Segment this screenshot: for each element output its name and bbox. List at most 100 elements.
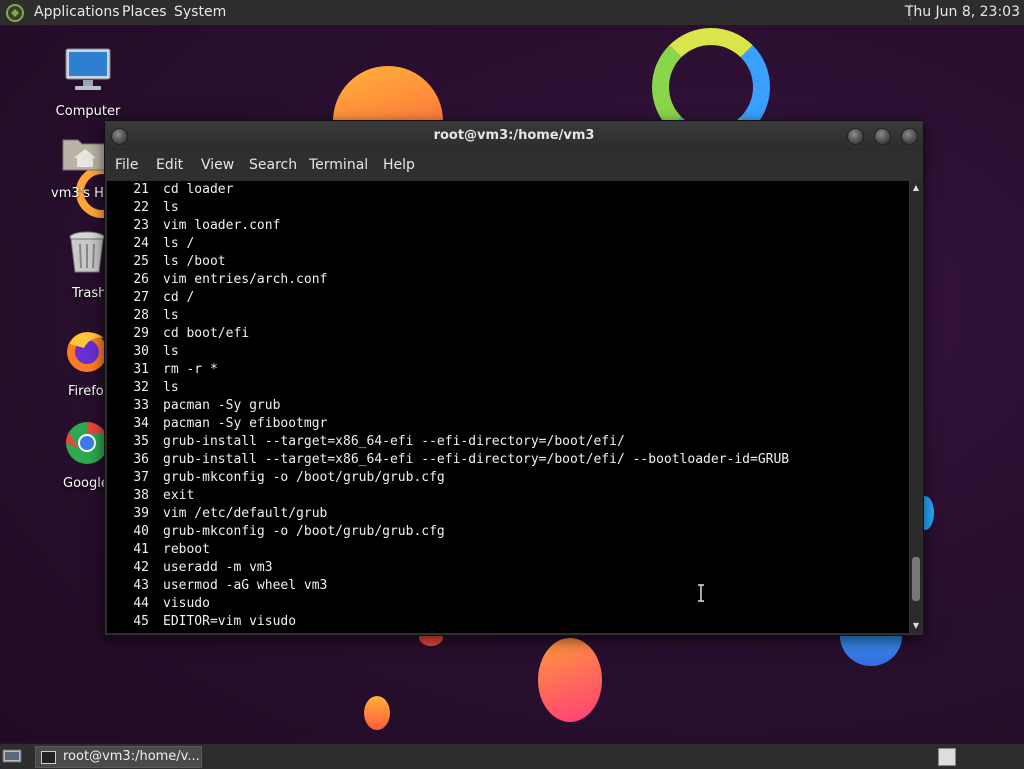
- clock[interactable]: Thu Jun 8, 23:03: [905, 4, 1020, 20]
- history-command: reboot: [163, 542, 210, 557]
- terminal-line: 25 ls /boot: [107, 253, 226, 271]
- menu-places[interactable]: Places: [122, 4, 167, 20]
- terminal-line: 37 grub-mkconfig -o /boot/grub/grub.cfg: [107, 469, 445, 487]
- desktop-icon-trash[interactable]: Trash: [46, 228, 104, 301]
- history-number: 22: [133, 200, 149, 215]
- firefox-icon: [67, 332, 104, 372]
- history-number: 29: [133, 326, 149, 341]
- menu-help[interactable]: Help: [383, 157, 415, 173]
- history-number: 37: [133, 470, 149, 485]
- maximize-button[interactable]: [874, 128, 891, 145]
- terminal-line: 34 pacman -Sy efibootmgr: [107, 415, 327, 433]
- history-command: rm -r *: [163, 362, 218, 377]
- computer-icon: [65, 48, 111, 90]
- menu-view[interactable]: View: [201, 157, 234, 173]
- terminal-line: 29 cd boot/efi: [107, 325, 249, 343]
- history-number: 31: [133, 362, 149, 377]
- history-command: pacman -Sy grub: [163, 398, 281, 413]
- history-number: 35: [133, 434, 149, 449]
- menu-search[interactable]: Search: [249, 157, 297, 173]
- desktop-icon-chrome[interactable]: Google Chrome: [46, 418, 104, 491]
- taskbar-item-terminal[interactable]: root@vm3:/home/v...: [35, 746, 202, 768]
- desktop-icon-firefox[interactable]: Firefox: [46, 326, 104, 399]
- history-command: cd /: [163, 290, 195, 305]
- terminal-line: 43 usermod -aG wheel vm3: [107, 577, 327, 595]
- history-command: grub-mkconfig -o /boot/grub/grub.cfg: [163, 470, 445, 485]
- history-number: 25: [133, 254, 149, 269]
- terminal-line: 32 ls: [107, 379, 178, 397]
- history-number: 21: [133, 182, 149, 197]
- history-command: cd loader: [163, 182, 234, 197]
- history-number: 38: [133, 488, 149, 503]
- desktop-icon-computer[interactable]: Computer: [48, 46, 128, 119]
- bottom-panel: root@vm3:/home/v...: [0, 743, 1024, 769]
- terminal-line: 23 vim loader.conf: [107, 217, 280, 235]
- history-number: 39: [133, 506, 149, 521]
- distro-logo-icon[interactable]: [6, 4, 24, 22]
- terminal-line: 40 grub-mkconfig -o /boot/grub/grub.cfg: [107, 523, 445, 541]
- terminal-scrollbar[interactable]: ▲ ▼: [910, 181, 922, 633]
- history-number: 30: [133, 344, 149, 359]
- text-cursor-icon: [698, 584, 704, 602]
- history-number: 36: [133, 452, 149, 467]
- terminal-line: 42 useradd -m vm3: [107, 559, 273, 577]
- menu-terminal[interactable]: Terminal: [309, 157, 368, 173]
- terminal-line: 39 vim /etc/default/grub: [107, 505, 327, 523]
- history-command: grub-mkconfig -o /boot/grub/grub.cfg: [163, 524, 445, 539]
- scroll-up-arrow-icon[interactable]: ▲: [910, 182, 922, 194]
- history-command: ls /boot: [163, 254, 226, 269]
- menu-system[interactable]: System: [174, 4, 226, 20]
- history-command: grub-install --target=x86_64-efi --efi-d…: [163, 434, 625, 449]
- menu-edit[interactable]: Edit: [156, 157, 183, 173]
- desktop-icon-home[interactable]: vm3's Home: [46, 128, 104, 201]
- history-command: grub-install --target=x86_64-efi --efi-d…: [163, 452, 790, 467]
- history-command: vim loader.conf: [163, 218, 281, 233]
- window-titlebar[interactable]: root@vm3:/home/vm3: [105, 121, 923, 151]
- history-number: 23: [133, 218, 149, 233]
- home-folder-icon: [62, 139, 104, 171]
- minimize-button[interactable]: [847, 128, 864, 145]
- scroll-down-arrow-icon[interactable]: ▼: [910, 620, 922, 632]
- history-number: 33: [133, 398, 149, 413]
- scrollbar-thumb[interactable]: [912, 557, 920, 601]
- terminal-line: 35 grub-install --target=x86_64-efi --efi…: [107, 433, 625, 451]
- terminal-line: 41 reboot: [107, 541, 210, 559]
- workspace-switcher[interactable]: [938, 748, 956, 766]
- history-number: 42: [133, 560, 149, 575]
- history-command: vim entries/arch.conf: [163, 272, 328, 287]
- history-number: 44: [133, 596, 149, 611]
- history-number: 24: [133, 236, 149, 251]
- history-command: pacman -Sy efibootmgr: [163, 416, 328, 431]
- terminal-line: 27 cd /: [107, 289, 194, 307]
- terminal-output[interactable]: 21 cd loader 22 ls 23 vim loader.conf 24 ls / 25…: [107, 181, 909, 633]
- terminal-line: 33 pacman -Sy grub: [107, 397, 280, 415]
- history-command: ls: [163, 308, 179, 323]
- window-menu-button[interactable]: [111, 128, 128, 145]
- chrome-icon: [65, 422, 104, 464]
- history-number: 45: [133, 614, 149, 629]
- terminal-line: 24 ls /: [107, 235, 194, 253]
- history-command: exit: [163, 488, 195, 503]
- terminal-window[interactable]: root@vm3:/home/vm3 File Edit View Search…: [104, 120, 924, 636]
- terminal-line: 28 ls: [107, 307, 179, 325]
- history-number: 34: [133, 416, 149, 431]
- history-command: usermod -aG wheel vm3: [163, 578, 328, 593]
- trash-icon: [69, 231, 104, 273]
- terminal-line: 30 ls: [107, 343, 179, 361]
- history-command: ls /: [163, 236, 195, 251]
- terminal-line: 21 cd loader: [107, 181, 233, 199]
- close-button[interactable]: [901, 128, 918, 145]
- terminal-line: 45 EDITOR=vim visudo: [107, 613, 296, 631]
- terminal-line: 44 visudo: [107, 595, 210, 613]
- show-desktop-icon[interactable]: [2, 748, 22, 764]
- terminal-icon: [41, 751, 56, 764]
- history-command: cd boot/efi: [163, 326, 250, 341]
- history-command: useradd -m vm3: [163, 560, 273, 575]
- history-number: 43: [133, 578, 149, 593]
- history-number: 28: [133, 308, 149, 323]
- menu-file[interactable]: File: [115, 157, 138, 173]
- menu-applications[interactable]: Applications: [34, 4, 120, 20]
- history-command: vim /etc/default/grub: [163, 506, 328, 521]
- history-command: ls: [163, 344, 179, 359]
- history-number: 26: [133, 272, 149, 287]
